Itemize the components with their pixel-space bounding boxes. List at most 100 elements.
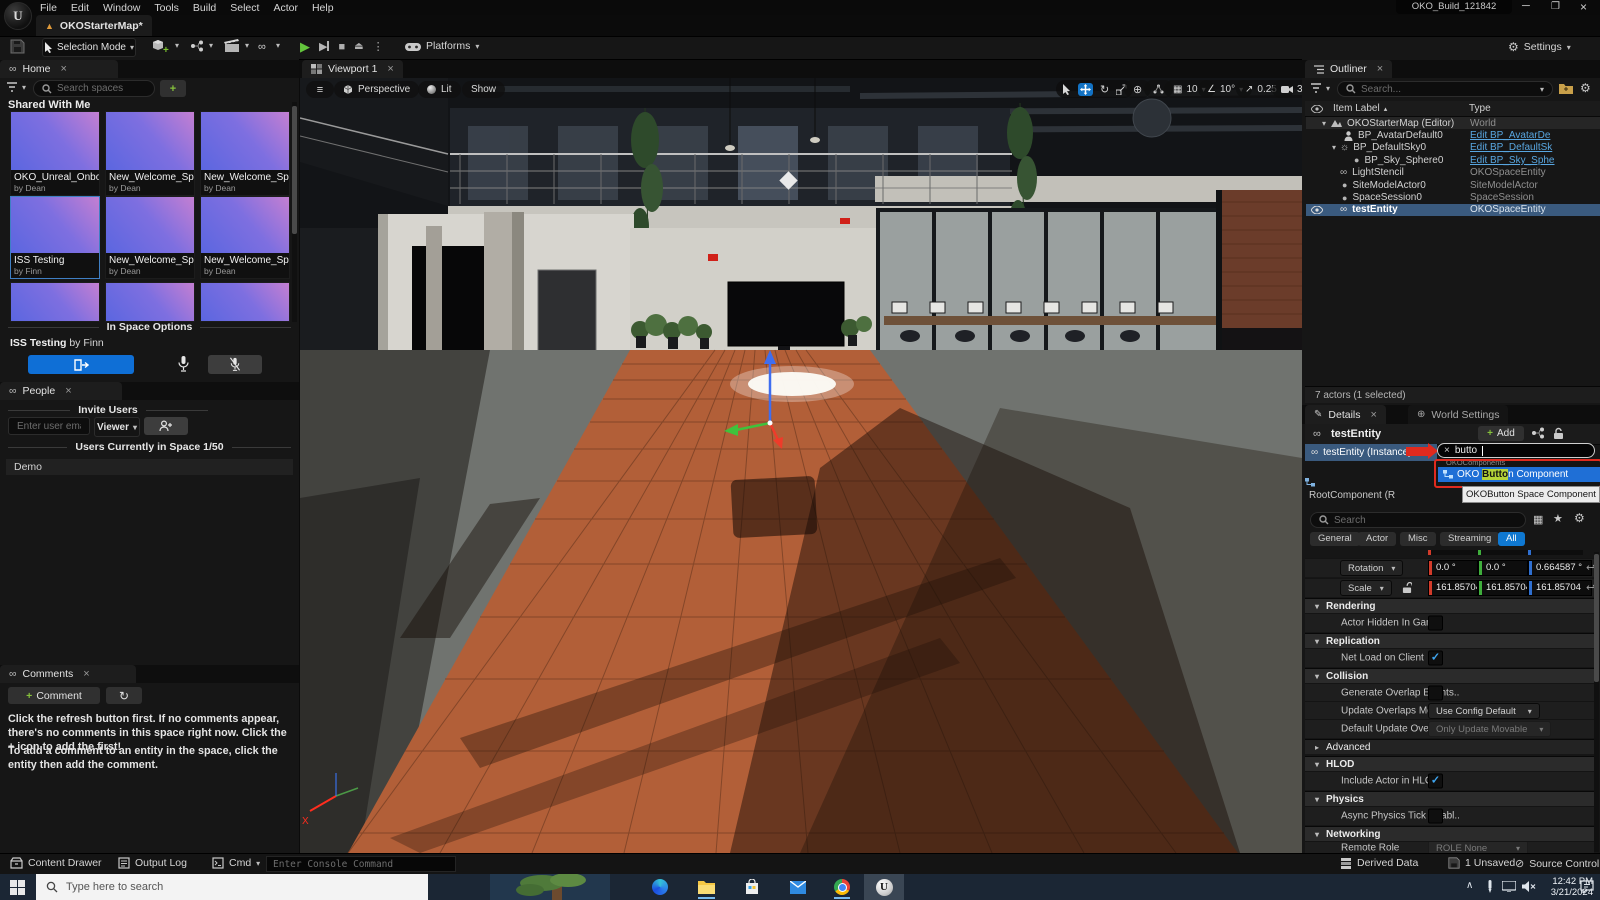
cinematics-icon[interactable] — [224, 39, 241, 53]
tab-viewport-1[interactable]: Viewport 1× — [302, 60, 403, 78]
display-filter-icon[interactable]: ▦ — [1533, 513, 1543, 526]
tray-volume-muted-icon[interactable] — [1522, 881, 1536, 892]
close-icon[interactable]: × — [61, 63, 67, 75]
close-icon[interactable]: × — [65, 385, 71, 397]
filter-streaming[interactable]: Streaming — [1440, 532, 1499, 546]
component-search-box[interactable]: × butto — [1437, 443, 1595, 458]
rotation-z-field[interactable]: 0.664587 ° — [1528, 560, 1592, 576]
space-card-partial[interactable] — [105, 282, 195, 322]
scale-z-field[interactable]: 161.85704 — [1528, 580, 1592, 596]
outliner-row[interactable]: ● SpaceSession0 SpaceSession — [1306, 191, 1600, 203]
menu-help[interactable]: Help — [312, 2, 334, 14]
tab-home[interactable]: ∞ Home× — [0, 60, 118, 78]
selection-mode-dropdown[interactable]: Selection Mode▾ — [42, 38, 136, 57]
close-icon[interactable]: × — [387, 63, 393, 75]
content-drawer-button[interactable]: Content Drawer — [10, 857, 102, 869]
visibility-eye-icon[interactable] — [1311, 206, 1323, 214]
actor-hidden-checkbox[interactable] — [1428, 616, 1443, 631]
mic-muted-button[interactable] — [208, 355, 262, 374]
default-update-overlaps-dropdown[interactable]: Only Update Movable▾ — [1428, 721, 1551, 737]
select-tool-icon[interactable] — [1062, 84, 1071, 95]
details-search-box[interactable]: Search — [1310, 512, 1526, 528]
rotation-y-field[interactable]: 0.0 ° — [1478, 560, 1528, 576]
clear-search-icon[interactable]: × — [1444, 445, 1450, 456]
user-row[interactable]: Demo — [6, 459, 293, 475]
scale-y-field[interactable]: 161.85704 — [1478, 580, 1528, 596]
outliner-filter-caret[interactable]: ▾ — [1326, 84, 1330, 93]
tab-details[interactable]: ✎ Details× — [1305, 405, 1386, 424]
tray-display-icon[interactable] — [1502, 881, 1516, 892]
section-hlod[interactable]: ▾HLOD — [1305, 756, 1594, 771]
eject-button[interactable]: ⏏ — [354, 41, 363, 52]
include-hlod-checkbox[interactable]: ✓ — [1428, 774, 1443, 789]
outliner-row-selected[interactable]: ∞ testEntity OKOSpaceEntity — [1306, 204, 1600, 216]
invite-email-field[interactable] — [8, 417, 90, 435]
menu-build[interactable]: Build — [193, 2, 216, 14]
component-row-root[interactable]: RootComponent (R — [1305, 461, 1437, 478]
viewport-3d-scene[interactable]: X — [300, 78, 1302, 853]
action-center-icon[interactable] — [1580, 880, 1594, 893]
add-user-button[interactable] — [144, 417, 188, 435]
play-from-here-button[interactable]: ▶ — [319, 40, 329, 53]
minimize-button[interactable]: ─ — [1522, 0, 1530, 12]
add-space-button[interactable]: + — [160, 80, 186, 97]
async-physics-checkbox[interactable] — [1428, 809, 1443, 824]
favorites-icon[interactable]: ★ — [1553, 512, 1563, 525]
role-dropdown[interactable]: Viewer▾ — [94, 417, 140, 437]
update-overlaps-dropdown[interactable]: Use Config Default▾ — [1428, 703, 1540, 719]
level-tab[interactable]: ▲ OKOStarterMap* — [36, 15, 152, 36]
taskbar-search-box[interactable]: Type here to search — [36, 874, 428, 900]
blueprints-icon[interactable] — [190, 40, 206, 53]
scale-lock-icon[interactable] — [1402, 582, 1412, 594]
oko-tools-caret[interactable]: ▾ — [276, 41, 280, 50]
filter-all-active[interactable]: All — [1498, 532, 1525, 546]
add-actor-icon[interactable]: + — [152, 39, 172, 54]
platforms-dropdown[interactable]: Platforms▾ — [405, 40, 479, 52]
space-card[interactable]: OKO_Unreal_Onbo...by Dean — [10, 111, 100, 196]
menu-select[interactable]: Select — [230, 2, 259, 14]
space-card-selected[interactable]: ISS Testingby Finn — [10, 196, 100, 279]
add-component-button[interactable]: +Add — [1478, 426, 1524, 441]
home-scrollbar[interactable] — [292, 102, 297, 322]
scale-x-field[interactable]: 161.85704 — [1428, 580, 1478, 596]
search-spaces-box[interactable]: Search spaces — [33, 80, 155, 97]
menu-window[interactable]: Window — [103, 2, 140, 14]
space-card[interactable]: New_Welcome_Sp...by Dean — [200, 111, 290, 196]
details-settings-icon[interactable]: ⚙ — [1574, 511, 1585, 525]
tab-people[interactable]: ∞ People× — [0, 382, 122, 400]
oko-tools-icon[interactable]: ∞ — [258, 41, 265, 53]
menu-actor[interactable]: Actor — [273, 2, 298, 14]
menu-edit[interactable]: Edit — [71, 2, 89, 14]
outliner-row[interactable]: ● SiteModelActor0 SiteModelActor — [1306, 179, 1600, 191]
taskbar-chrome-icon[interactable] — [834, 879, 850, 895]
outliner-row[interactable]: ∞ LightStencil OKOSpaceEntity — [1306, 167, 1600, 179]
taskbar-mail-icon[interactable] — [790, 881, 806, 894]
details-scrollbar[interactable] — [1594, 552, 1599, 852]
stop-button[interactable]: ■ — [338, 41, 345, 53]
close-icon[interactable]: × — [1377, 63, 1383, 75]
filter-misc[interactable]: Misc — [1400, 532, 1436, 546]
outliner-row[interactable]: BP_AvatarDefault0 Edit BP_AvatarDe — [1306, 129, 1600, 141]
start-button[interactable] — [10, 880, 25, 895]
blueprint-convert-icon[interactable] — [1531, 427, 1547, 440]
console-command-input[interactable] — [266, 856, 456, 872]
add-comment-button[interactable]: +Comment — [8, 687, 100, 704]
taskbar-explorer-icon[interactable] — [698, 879, 715, 894]
leave-space-button[interactable] — [28, 355, 134, 374]
viewport-options-menu[interactable]: ≡ — [306, 81, 334, 98]
outliner-row[interactable]: ▾ ☼ BP_DefaultSky0 Edit BP_DefaultSk — [1306, 142, 1600, 154]
taskbar-unreal-icon-active[interactable]: U — [864, 874, 904, 900]
save-icon[interactable] — [10, 39, 25, 54]
section-rendering[interactable]: ▾Rendering — [1305, 598, 1594, 613]
mic-on-icon[interactable] — [177, 355, 190, 373]
blueprints-caret[interactable]: ▾ — [209, 41, 213, 50]
unsaved-button[interactable]: 1 Unsaved — [1448, 857, 1515, 869]
scale-label-dropdown[interactable]: Scale▾ — [1340, 580, 1392, 596]
filter-icon[interactable] — [6, 81, 20, 93]
perspective-dropdown[interactable]: Perspective — [334, 81, 419, 98]
space-card[interactable]: New_Welcome_Sp...by Dean — [105, 111, 195, 196]
rotate-tool-icon[interactable]: ↻ — [1100, 83, 1109, 96]
tab-outliner[interactable]: Outliner× — [1305, 60, 1392, 78]
show-dropdown[interactable]: Show — [462, 81, 505, 98]
lock-icon[interactable] — [1553, 427, 1564, 440]
